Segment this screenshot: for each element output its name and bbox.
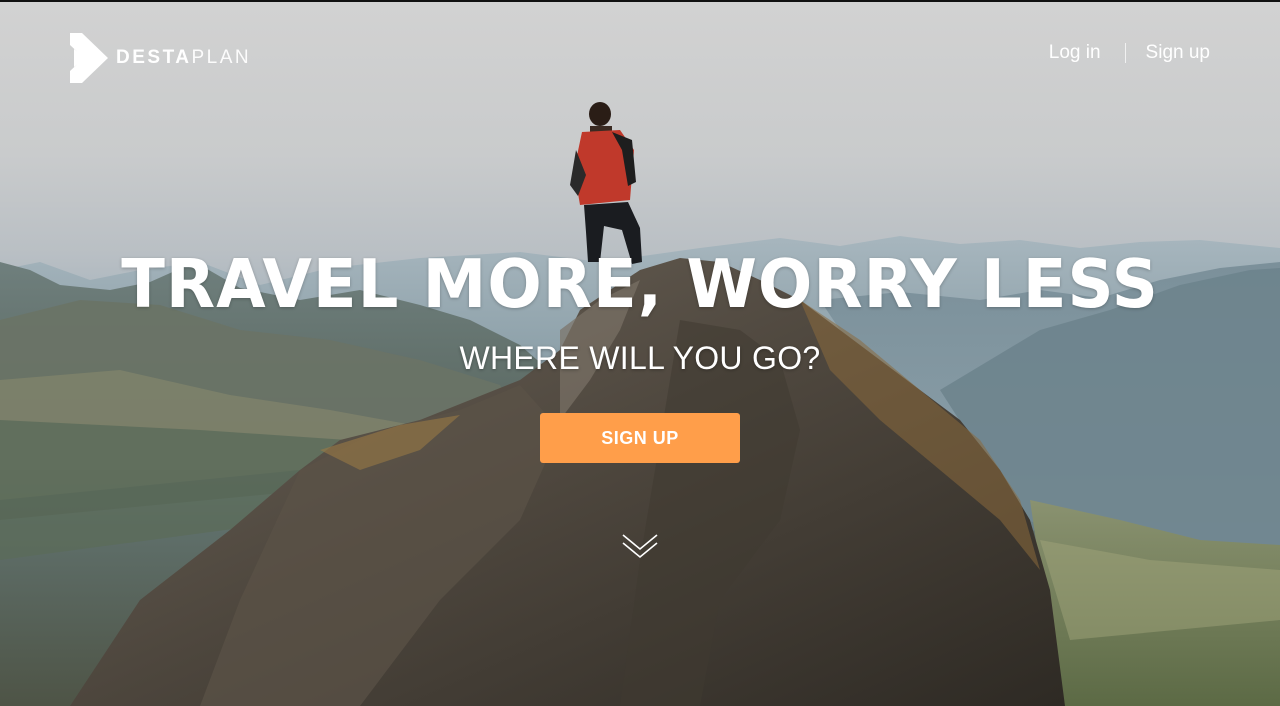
signup-link[interactable]: Sign up (1146, 42, 1210, 64)
brand-name-bold: DESTA (116, 47, 192, 68)
hiker-figure (570, 102, 642, 264)
brand-logo[interactable]: DESTAPLAN (70, 33, 251, 83)
top-nav: Log in Sign up (1049, 42, 1210, 64)
login-link[interactable]: Log in (1049, 42, 1101, 64)
signup-button[interactable]: SIGN UP (540, 413, 740, 463)
nav-divider (1124, 43, 1126, 63)
hero-subheadline: WHERE WILL YOU GO? (459, 340, 821, 376)
brand-name-light: PLAN (191, 47, 252, 68)
hero-headline: TRAVEL MORE, WORRY LESS (121, 246, 1159, 324)
chevron-double-down-icon[interactable] (621, 531, 659, 561)
destaplan-logo-icon (70, 33, 108, 83)
brand-name: DESTAPLAN (116, 47, 251, 69)
hero-section: DESTAPLAN Log in Sign up TRAVEL MORE, WO… (0, 0, 1280, 706)
